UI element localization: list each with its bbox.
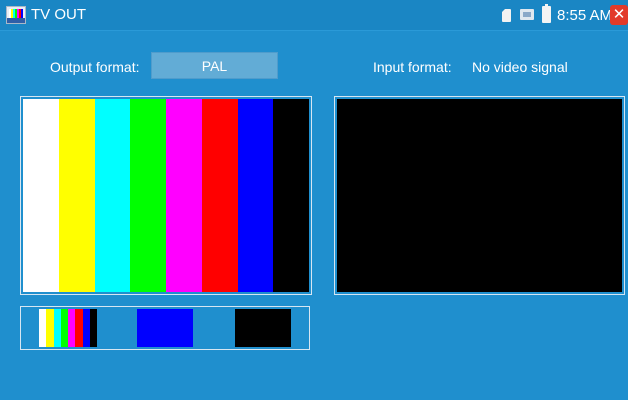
thumb-color-bar	[89, 309, 97, 347]
pattern-selector	[20, 306, 310, 350]
sd-card-icon	[502, 9, 511, 22]
pattern-thumb-color-bars[interactable]	[39, 309, 97, 347]
title-bar: TV OUT 8:55 AM ✕	[0, 0, 628, 31]
tv-out-app-icon	[6, 6, 26, 24]
output-preview	[20, 96, 312, 295]
input-video-screen	[337, 99, 622, 292]
thumb-color-bar	[46, 309, 54, 347]
color-bar	[166, 99, 202, 292]
thumb-color-bar	[68, 309, 76, 347]
color-bar	[237, 99, 274, 292]
pattern-thumb-blue[interactable]	[137, 309, 193, 347]
thumb-color-bar	[53, 309, 61, 347]
window-title: TV OUT	[31, 6, 86, 23]
thumb-color-bar	[82, 309, 90, 347]
output-format-label: Output format:	[50, 59, 140, 75]
color-bar	[201, 99, 238, 292]
input-format-label: Input format:	[373, 59, 452, 75]
thumb-color-bar	[75, 309, 83, 347]
input-preview	[334, 96, 625, 295]
close-icon[interactable]: ✕	[610, 5, 628, 25]
thumb-color-bar	[60, 309, 68, 347]
color-bar	[273, 99, 309, 292]
thumb-color-bar	[39, 309, 47, 347]
color-bar	[94, 99, 131, 292]
output-format-button[interactable]: PAL	[151, 52, 278, 79]
color-bars-pattern	[23, 99, 309, 292]
color-bar	[23, 99, 59, 292]
input-format-value: No video signal	[472, 59, 568, 75]
battery-icon	[542, 4, 551, 23]
network-icon	[520, 9, 534, 20]
color-bar	[58, 99, 95, 292]
color-bar	[130, 99, 166, 292]
pattern-thumb-black[interactable]	[235, 309, 291, 347]
status-clock: 8:55 AM	[557, 7, 613, 24]
